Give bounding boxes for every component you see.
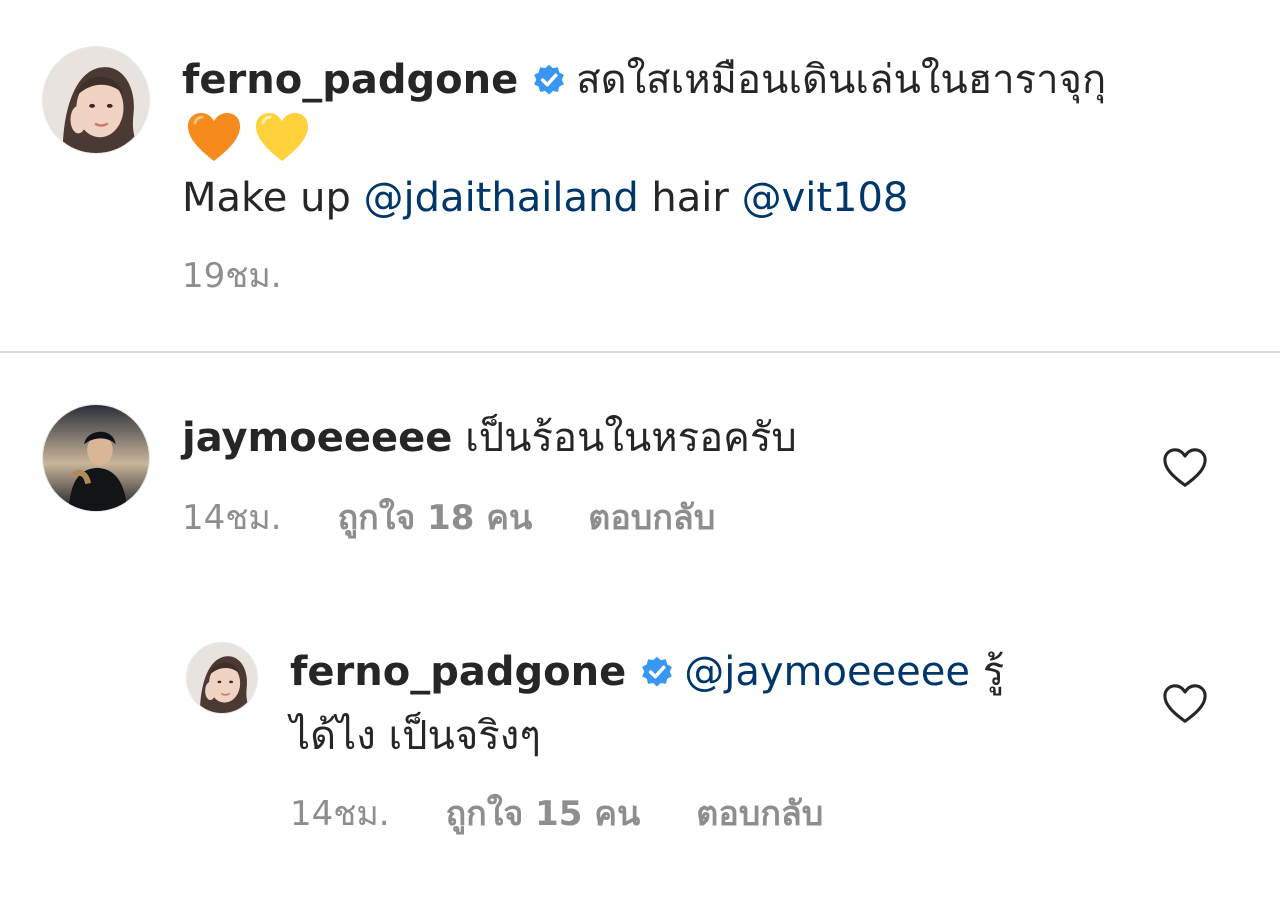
makeup-label: Make up xyxy=(182,175,351,221)
caption-timestamp: 19ชม. xyxy=(182,256,282,296)
reply-avatar[interactable] xyxy=(186,642,258,714)
makeup-mention-link[interactable]: @jdaithailand xyxy=(364,175,639,221)
reply-username[interactable]: ferno_padgone xyxy=(290,649,626,695)
caption-meta: 19ชม. xyxy=(182,256,338,296)
comment-avatar-image xyxy=(43,405,149,511)
heart-outline-icon xyxy=(1163,684,1207,723)
comment-text: เป็นร้อนในหรอครับ xyxy=(465,415,797,461)
reply-like-count-button[interactable]: ถูกใจ 15 คน xyxy=(446,794,641,834)
reply-text-part-1: รู้ xyxy=(982,649,1005,695)
comment-like-count-button[interactable]: ถูกใจ 18 คน xyxy=(338,498,533,538)
hair-mention-link[interactable]: @vit108 xyxy=(742,175,909,221)
caption-username[interactable]: ferno_padgone xyxy=(182,57,518,103)
verified-badge-icon xyxy=(532,56,566,112)
comment-like-button[interactable] xyxy=(1162,446,1208,490)
heart-outline-icon xyxy=(1163,448,1207,487)
reply-avatar-image xyxy=(187,643,257,713)
caption-line-3: Make up @jdaithailand hair @vit108 xyxy=(182,170,908,226)
verified-badge-icon xyxy=(640,648,674,704)
caption-text: สดใสเหมือนเดินเล่นในฮาราจุกุ xyxy=(576,57,1107,103)
reply-line-2: ได้ไง เป็นจริงๆ xyxy=(290,708,541,764)
reply-item: ferno_padgone @jaymoeeeee รู้ ได้ไง เป็นจ… xyxy=(0,620,1280,880)
reply-text-part-2: ได้ไง เป็นจริงๆ xyxy=(290,713,541,759)
reply-mention-link[interactable]: @jaymoeeeee xyxy=(684,649,970,695)
comment-username[interactable]: jaymoeeeee xyxy=(182,415,452,461)
divider xyxy=(0,351,1280,353)
reply-reply-button[interactable]: ตอบกลับ xyxy=(696,794,823,834)
comment-item: jaymoeeeee เป็นร้อนในหรอครับ 14ชม. ถูกใจ… xyxy=(0,380,1280,580)
reply-line-1: ferno_padgone @jaymoeeeee รู้ xyxy=(290,644,1004,704)
yellow-heart-icon xyxy=(254,111,310,178)
comment-meta: 14ชม. ถูกใจ 18 คน ตอบกลับ xyxy=(182,498,715,538)
caption-line-2 xyxy=(186,110,322,166)
caption-avatar-image xyxy=(43,47,149,153)
reply-meta: 14ชม. ถูกใจ 15 คน ตอบกลับ xyxy=(290,794,823,834)
hair-label: hair xyxy=(651,175,729,221)
reply-like-button[interactable] xyxy=(1162,682,1208,726)
caption-line-1: ferno_padgone สดใสเหมือนเดินเล่นในฮาราจุก… xyxy=(182,52,1106,112)
comment-timestamp: 14ชม. xyxy=(182,498,282,538)
caption-block: ferno_padgone สดใสเหมือนเดินเล่นในฮาราจุก… xyxy=(0,0,1280,350)
comment-line-1: jaymoeeeee เป็นร้อนในหรอครับ xyxy=(182,410,797,466)
comment-avatar[interactable] xyxy=(42,404,150,512)
comment-reply-button[interactable]: ตอบกลับ xyxy=(588,498,715,538)
reply-timestamp: 14ชม. xyxy=(290,794,390,834)
orange-heart-icon xyxy=(186,111,242,178)
caption-avatar[interactable] xyxy=(42,46,150,154)
